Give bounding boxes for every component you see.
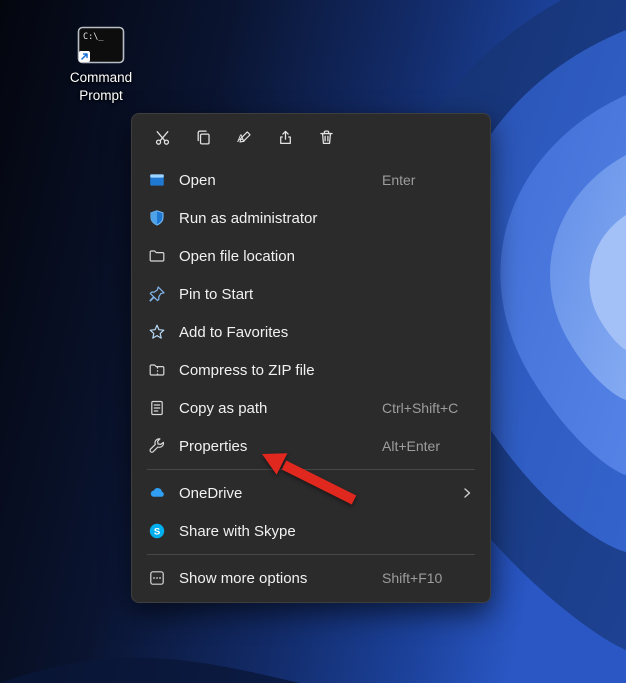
menu-item-copy-as-path[interactable]: Copy as path Ctrl+Shift+C [137,389,485,427]
cut-icon [154,129,171,149]
menu-item-open-file-location[interactable]: Open file location [137,237,485,275]
zip-folder-icon [147,361,166,379]
menu-item-label: Open file location [179,247,295,265]
context-menu: A Open Enter Run as administrator Open f… [131,113,491,603]
menu-item-run-as-administrator[interactable]: Run as administrator [137,199,485,237]
menu-item-label: Pin to Start [179,285,254,303]
chevron-right-icon [461,487,473,499]
pin-icon [147,285,166,303]
copy-button[interactable] [185,123,221,154]
wrench-icon [147,437,166,455]
share-button[interactable] [267,123,303,154]
rename-icon: A [236,129,253,149]
cut-button[interactable] [144,123,180,154]
rename-button[interactable]: A [226,123,262,154]
context-menu-list: Open Enter Run as administrator Open fil… [132,159,490,597]
menu-item-compress-to-zip[interactable]: Compress to ZIP file [137,351,485,389]
open-window-icon [147,171,166,189]
menu-item-shortcut: Shift+F10 [382,570,443,586]
menu-item-add-to-favorites[interactable]: Add to Favorites [137,313,485,351]
more-options-icon [147,569,166,587]
context-menu-toolbar: A [132,117,490,159]
star-icon [147,323,166,341]
menu-item-label: Add to Favorites [179,323,289,341]
delete-icon [318,129,335,149]
menu-item-label: OneDrive [179,484,243,502]
delete-button[interactable] [308,123,344,154]
admin-shield-icon [147,209,166,227]
copy-icon [195,129,212,149]
menu-separator [147,554,475,555]
menu-item-shortcut: Enter [382,172,416,188]
menu-item-pin-to-start[interactable]: Pin to Start [137,275,485,313]
copy-path-icon [147,399,166,417]
menu-item-shortcut: Alt+Enter [382,438,440,454]
desktop-icon-command-prompt[interactable]: C:\_ Command Prompt [52,26,150,104]
menu-item-label: Properties [179,437,248,455]
menu-item-label: Run as administrator [179,209,318,227]
desktop-icon-label: Command Prompt [69,70,133,103]
menu-item-label: Open [179,171,216,189]
menu-item-open[interactable]: Open Enter [137,161,485,199]
menu-item-label: Compress to ZIP file [179,361,315,379]
terminal-prompt-text: C:\_ [83,32,104,42]
shortcut-arrow-overlay [79,51,90,62]
menu-item-shortcut: Ctrl+Shift+C [382,400,459,416]
svg-text:S: S [153,526,159,537]
menu-item-label: Copy as path [179,399,268,417]
annotation-arrow [262,453,357,505]
menu-item-label: Show more options [179,569,308,587]
menu-item-show-more-options[interactable]: Show more options Shift+F10 [137,559,485,597]
onedrive-cloud-icon [147,484,166,502]
share-icon [277,129,294,149]
folder-icon [147,247,166,265]
command-prompt-icon: C:\_ [77,26,125,64]
menu-item-share-with-skype[interactable]: S Share with Skype [137,512,485,550]
skype-icon: S [147,522,166,540]
menu-item-label: Share with Skype [179,522,296,540]
